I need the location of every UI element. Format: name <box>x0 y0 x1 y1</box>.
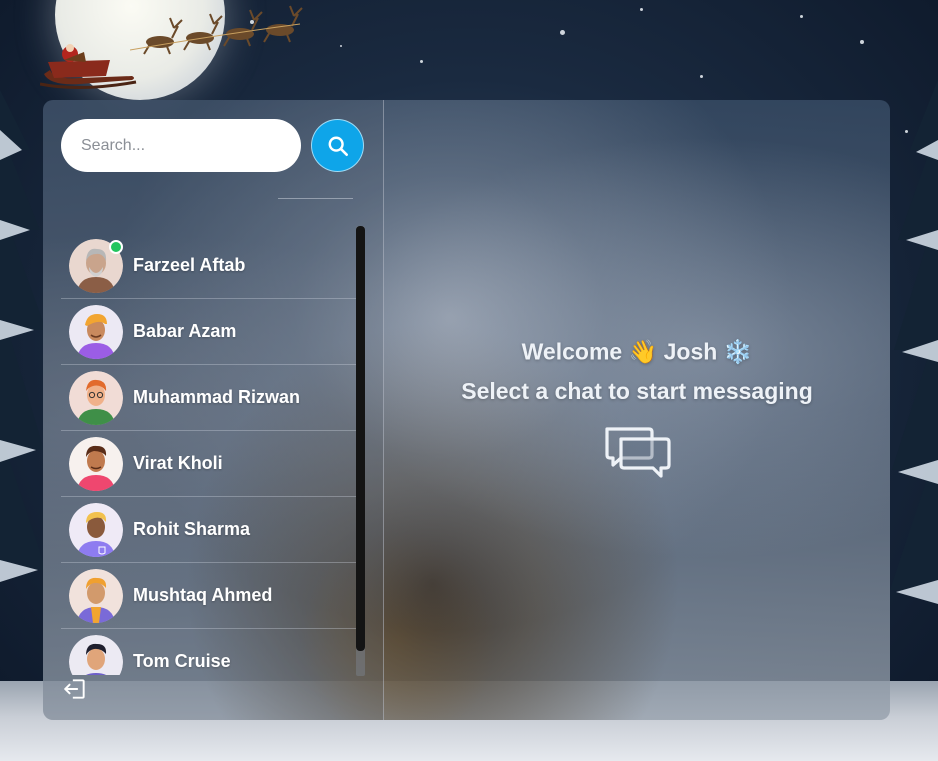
online-status-indicator <box>109 239 123 254</box>
avatar <box>69 370 123 425</box>
conversation-name: Tom Cruise <box>133 651 231 671</box>
conversation-list: Farzeel Aftab Babar Azam Muhammad Rizwan… <box>61 233 361 675</box>
conversation-item[interactable]: Farzeel Aftab <box>61 233 361 299</box>
logout-button[interactable] <box>62 676 88 702</box>
avatar-image <box>69 436 123 491</box>
scrollbar-thumb[interactable] <box>356 226 365 651</box>
scrollbar[interactable] <box>356 226 365 676</box>
sidebar: Farzeel Aftab Babar Azam <box>43 100 384 720</box>
snowflake-decoration <box>700 75 703 78</box>
search-icon <box>328 136 348 156</box>
avatar-image <box>69 370 123 425</box>
current-user-name: Josh <box>663 338 718 365</box>
conversation-item[interactable]: Rohit Sharma <box>61 497 361 563</box>
welcome-text: Welcome <box>521 338 623 365</box>
avatar-image <box>69 304 123 359</box>
conversation-item[interactable]: Virat Kholi <box>61 431 361 497</box>
avatar-image <box>69 502 123 557</box>
avatar <box>69 502 123 557</box>
select-chat-prompt: Select a chat to start messaging <box>461 378 813 404</box>
search-bar <box>61 119 364 172</box>
avatar <box>69 568 123 623</box>
snowflake-decoration <box>860 40 864 44</box>
conversation-item[interactable]: Tom Cruise <box>61 629 361 675</box>
wave-emoji-icon: 👋 <box>628 338 658 365</box>
avatar-image <box>69 568 123 623</box>
snowflake-decoration <box>340 45 342 47</box>
conversation-name: Rohit Sharma <box>133 519 251 539</box>
avatar <box>69 238 123 293</box>
chat-bubbles-icon <box>605 427 671 478</box>
pine-tree-left-illustration <box>0 90 46 582</box>
welcome-message: Welcome 👋 Josh ❄️ <box>384 337 890 365</box>
snowflake-emoji-icon: ❄️ <box>723 338 753 365</box>
avatar <box>69 436 123 491</box>
avatar <box>69 634 123 675</box>
snowflake-decoration <box>420 60 423 63</box>
snowflake-decoration <box>560 30 565 35</box>
conversation-item[interactable]: Muhammad Rizwan <box>61 365 361 431</box>
pine-tree-right-illustration <box>890 80 938 604</box>
avatar-image <box>69 634 123 675</box>
conversation-name: Muhammad Rizwan <box>133 387 301 407</box>
conversation-item[interactable]: Mushtaq Ahmed <box>61 563 361 629</box>
chat-area: Welcome 👋 Josh ❄️ Select a chat to start… <box>384 100 890 720</box>
santa-sleigh-illustration <box>40 44 137 90</box>
snowflake-decoration <box>800 15 803 18</box>
conversation-name: Virat Kholi <box>133 453 223 473</box>
conversation-name: Mushtaq Ahmed <box>133 585 273 605</box>
conversation-item[interactable]: Babar Azam <box>61 299 361 365</box>
snowflake-decoration <box>250 20 254 24</box>
reindeer-illustration <box>130 5 303 55</box>
divider <box>278 198 353 199</box>
conversation-name: Farzeel Aftab <box>133 255 246 275</box>
snowflake-decoration <box>640 8 643 11</box>
search-input[interactable] <box>61 119 301 172</box>
conversation-name: Babar Azam <box>133 321 237 341</box>
avatar <box>69 304 123 359</box>
logout-icon <box>64 679 85 699</box>
chat-app-container: Farzeel Aftab Babar Azam <box>43 100 890 720</box>
search-button[interactable] <box>311 119 364 172</box>
